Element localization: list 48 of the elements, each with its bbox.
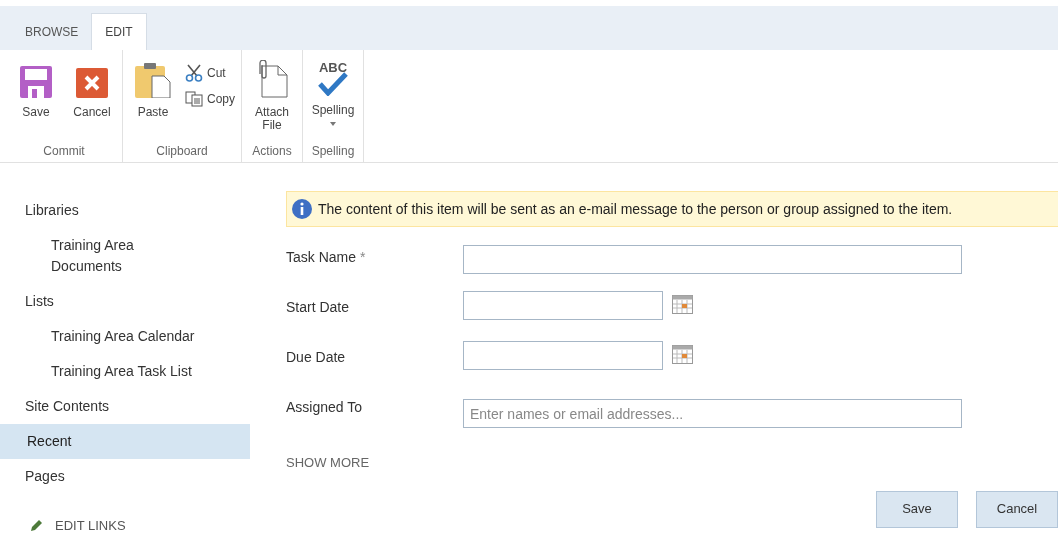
- spelling-button[interactable]: ABC Spelling: [309, 62, 357, 138]
- nav-link[interactable]: Site Contents: [0, 389, 250, 424]
- info-message: The content of this item will be sent as an e-mail message to the person or group assigned to the item.: [318, 199, 953, 219]
- input-field[interactable]: [463, 245, 962, 274]
- edit-links-link[interactable]: EDIT LINKS: [0, 516, 130, 533]
- pencil-icon: [30, 519, 43, 533]
- field-label: Due Date: [286, 348, 346, 367]
- show-more-link[interactable]: SHOW MORE: [286, 453, 376, 473]
- nav-link[interactable]: Libraries: [0, 193, 250, 228]
- scissors-icon: [185, 64, 203, 82]
- nav-link[interactable]: Training Area Documents: [0, 228, 200, 284]
- required-mark: *: [360, 248, 366, 267]
- attach-file-icon: [256, 60, 288, 98]
- save-button[interactable]: Save: [12, 62, 60, 138]
- copy-button[interactable]: Copy: [185, 89, 235, 109]
- group-label: Commit: [42, 143, 86, 160]
- abc-label: ABC: [318, 62, 348, 74]
- date-field[interactable]: [463, 341, 663, 370]
- form-button[interactable]: Save: [876, 490, 958, 528]
- checkmark-icon: [318, 72, 348, 96]
- form-button[interactable]: Cancel: [976, 490, 1058, 528]
- nav-link[interactable]: Lists: [0, 284, 250, 319]
- nav-link[interactable]: Training Area Task List: [0, 354, 200, 389]
- input-field[interactable]: Enter names or email addresses...: [463, 399, 962, 428]
- dropdown-caret-icon: [330, 122, 336, 126]
- save-icon: [20, 66, 52, 98]
- copy-icon: [185, 91, 203, 107]
- cut-button[interactable]: Cut: [185, 63, 235, 83]
- date-field[interactable]: [463, 291, 663, 320]
- field-label: Task Name: [286, 248, 357, 267]
- calendar-icon[interactable]: [672, 345, 693, 364]
- cancel-button[interactable]: Cancel: [68, 62, 116, 138]
- attach-button[interactable]: Attach File: [248, 62, 296, 138]
- calendar-icon[interactable]: [672, 295, 693, 314]
- ribbon-tab[interactable]: EDIT: [91, 13, 147, 50]
- field-label: Assigned To: [286, 398, 362, 417]
- group-label: Spelling: [310, 143, 356, 160]
- nav-link[interactable]: Training Area Calendar: [0, 319, 200, 354]
- group-label: Actions: [251, 143, 293, 160]
- field-label: Start Date: [286, 298, 350, 317]
- paste-icon: [135, 62, 171, 98]
- group-label: Clipboard: [155, 143, 209, 160]
- nav-link[interactable]: Recent: [0, 424, 250, 459]
- info-icon: [292, 199, 312, 219]
- nav-link[interactable]: Pages: [0, 459, 250, 494]
- close-icon: [76, 68, 108, 98]
- ribbon-tab[interactable]: BROWSE: [12, 13, 92, 50]
- paste-button[interactable]: Paste: [129, 62, 177, 138]
